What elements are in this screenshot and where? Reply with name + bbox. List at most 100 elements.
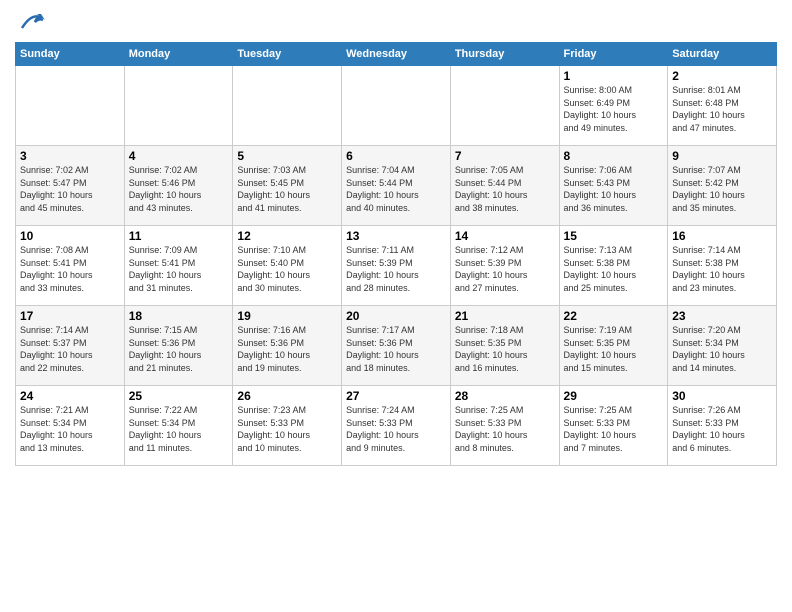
- calendar-cell: 13Sunrise: 7:11 AMSunset: 5:39 PMDayligh…: [342, 226, 451, 306]
- day-header-friday: Friday: [559, 43, 668, 66]
- day-number: 14: [455, 229, 555, 243]
- calendar-cell: 26Sunrise: 7:23 AMSunset: 5:33 PMDayligh…: [233, 386, 342, 466]
- calendar-cell: 20Sunrise: 7:17 AMSunset: 5:36 PMDayligh…: [342, 306, 451, 386]
- day-info: Sunrise: 7:18 AMSunset: 5:35 PMDaylight:…: [455, 324, 555, 374]
- day-info: Sunrise: 7:09 AMSunset: 5:41 PMDaylight:…: [129, 244, 229, 294]
- day-number: 22: [564, 309, 664, 323]
- day-number: 3: [20, 149, 120, 163]
- calendar-cell: 3Sunrise: 7:02 AMSunset: 5:47 PMDaylight…: [16, 146, 125, 226]
- day-header-tuesday: Tuesday: [233, 43, 342, 66]
- day-header-monday: Monday: [124, 43, 233, 66]
- day-header-thursday: Thursday: [450, 43, 559, 66]
- calendar-week-0: 1Sunrise: 8:00 AMSunset: 6:49 PMDaylight…: [16, 66, 777, 146]
- day-number: 9: [672, 149, 772, 163]
- day-info: Sunrise: 7:11 AMSunset: 5:39 PMDaylight:…: [346, 244, 446, 294]
- day-info: Sunrise: 7:05 AMSunset: 5:44 PMDaylight:…: [455, 164, 555, 214]
- day-number: 25: [129, 389, 229, 403]
- calendar-cell: 19Sunrise: 7:16 AMSunset: 5:36 PMDayligh…: [233, 306, 342, 386]
- calendar-cell: 12Sunrise: 7:10 AMSunset: 5:40 PMDayligh…: [233, 226, 342, 306]
- calendar-cell: 29Sunrise: 7:25 AMSunset: 5:33 PMDayligh…: [559, 386, 668, 466]
- day-info: Sunrise: 7:25 AMSunset: 5:33 PMDaylight:…: [564, 404, 664, 454]
- day-info: Sunrise: 7:10 AMSunset: 5:40 PMDaylight:…: [237, 244, 337, 294]
- calendar-cell: [450, 66, 559, 146]
- calendar-cell: 4Sunrise: 7:02 AMSunset: 5:46 PMDaylight…: [124, 146, 233, 226]
- calendar-cell: [233, 66, 342, 146]
- day-number: 28: [455, 389, 555, 403]
- calendar-cell: 5Sunrise: 7:03 AMSunset: 5:45 PMDaylight…: [233, 146, 342, 226]
- day-number: 19: [237, 309, 337, 323]
- day-info: Sunrise: 7:14 AMSunset: 5:37 PMDaylight:…: [20, 324, 120, 374]
- header: [15, 10, 777, 34]
- day-number: 18: [129, 309, 229, 323]
- day-number: 23: [672, 309, 772, 323]
- calendar-cell: 28Sunrise: 7:25 AMSunset: 5:33 PMDayligh…: [450, 386, 559, 466]
- day-number: 20: [346, 309, 446, 323]
- day-number: 24: [20, 389, 120, 403]
- calendar-cell: 16Sunrise: 7:14 AMSunset: 5:38 PMDayligh…: [668, 226, 777, 306]
- day-info: Sunrise: 7:17 AMSunset: 5:36 PMDaylight:…: [346, 324, 446, 374]
- day-header-wednesday: Wednesday: [342, 43, 451, 66]
- day-number: 6: [346, 149, 446, 163]
- day-number: 4: [129, 149, 229, 163]
- calendar-week-2: 10Sunrise: 7:08 AMSunset: 5:41 PMDayligh…: [16, 226, 777, 306]
- calendar-cell: 15Sunrise: 7:13 AMSunset: 5:38 PMDayligh…: [559, 226, 668, 306]
- day-number: 17: [20, 309, 120, 323]
- calendar-cell: 10Sunrise: 7:08 AMSunset: 5:41 PMDayligh…: [16, 226, 125, 306]
- calendar-table: SundayMondayTuesdayWednesdayThursdayFrid…: [15, 42, 777, 466]
- day-number: 10: [20, 229, 120, 243]
- calendar-cell: 9Sunrise: 7:07 AMSunset: 5:42 PMDaylight…: [668, 146, 777, 226]
- calendar-cell: 11Sunrise: 7:09 AMSunset: 5:41 PMDayligh…: [124, 226, 233, 306]
- logo-icon: [17, 10, 47, 34]
- day-info: Sunrise: 7:06 AMSunset: 5:43 PMDaylight:…: [564, 164, 664, 214]
- day-info: Sunrise: 7:21 AMSunset: 5:34 PMDaylight:…: [20, 404, 120, 454]
- calendar-cell: 6Sunrise: 7:04 AMSunset: 5:44 PMDaylight…: [342, 146, 451, 226]
- calendar-cell: 18Sunrise: 7:15 AMSunset: 5:36 PMDayligh…: [124, 306, 233, 386]
- calendar-cell: 23Sunrise: 7:20 AMSunset: 5:34 PMDayligh…: [668, 306, 777, 386]
- calendar-cell: 24Sunrise: 7:21 AMSunset: 5:34 PMDayligh…: [16, 386, 125, 466]
- day-number: 30: [672, 389, 772, 403]
- day-number: 2: [672, 69, 772, 83]
- calendar-cell: 2Sunrise: 8:01 AMSunset: 6:48 PMDaylight…: [668, 66, 777, 146]
- day-number: 21: [455, 309, 555, 323]
- calendar-cell: [124, 66, 233, 146]
- day-info: Sunrise: 7:02 AMSunset: 5:46 PMDaylight:…: [129, 164, 229, 214]
- day-number: 16: [672, 229, 772, 243]
- calendar-cell: 7Sunrise: 7:05 AMSunset: 5:44 PMDaylight…: [450, 146, 559, 226]
- day-number: 11: [129, 229, 229, 243]
- calendar-cell: 22Sunrise: 7:19 AMSunset: 5:35 PMDayligh…: [559, 306, 668, 386]
- calendar-cell: 8Sunrise: 7:06 AMSunset: 5:43 PMDaylight…: [559, 146, 668, 226]
- day-info: Sunrise: 7:25 AMSunset: 5:33 PMDaylight:…: [455, 404, 555, 454]
- calendar-cell: [16, 66, 125, 146]
- calendar-cell: 1Sunrise: 8:00 AMSunset: 6:49 PMDaylight…: [559, 66, 668, 146]
- calendar-header-row: SundayMondayTuesdayWednesdayThursdayFrid…: [16, 43, 777, 66]
- calendar-week-4: 24Sunrise: 7:21 AMSunset: 5:34 PMDayligh…: [16, 386, 777, 466]
- day-number: 29: [564, 389, 664, 403]
- day-info: Sunrise: 7:14 AMSunset: 5:38 PMDaylight:…: [672, 244, 772, 294]
- day-number: 8: [564, 149, 664, 163]
- day-number: 7: [455, 149, 555, 163]
- calendar-cell: 25Sunrise: 7:22 AMSunset: 5:34 PMDayligh…: [124, 386, 233, 466]
- day-info: Sunrise: 7:08 AMSunset: 5:41 PMDaylight:…: [20, 244, 120, 294]
- calendar-cell: 30Sunrise: 7:26 AMSunset: 5:33 PMDayligh…: [668, 386, 777, 466]
- calendar-cell: 14Sunrise: 7:12 AMSunset: 5:39 PMDayligh…: [450, 226, 559, 306]
- day-info: Sunrise: 7:07 AMSunset: 5:42 PMDaylight:…: [672, 164, 772, 214]
- day-number: 27: [346, 389, 446, 403]
- day-info: Sunrise: 7:15 AMSunset: 5:36 PMDaylight:…: [129, 324, 229, 374]
- day-info: Sunrise: 7:26 AMSunset: 5:33 PMDaylight:…: [672, 404, 772, 454]
- calendar-cell: [342, 66, 451, 146]
- day-info: Sunrise: 7:24 AMSunset: 5:33 PMDaylight:…: [346, 404, 446, 454]
- day-info: Sunrise: 7:19 AMSunset: 5:35 PMDaylight:…: [564, 324, 664, 374]
- day-info: Sunrise: 7:20 AMSunset: 5:34 PMDaylight:…: [672, 324, 772, 374]
- day-header-saturday: Saturday: [668, 43, 777, 66]
- day-header-sunday: Sunday: [16, 43, 125, 66]
- day-info: Sunrise: 7:13 AMSunset: 5:38 PMDaylight:…: [564, 244, 664, 294]
- calendar-week-1: 3Sunrise: 7:02 AMSunset: 5:47 PMDaylight…: [16, 146, 777, 226]
- logo: [15, 10, 47, 34]
- day-number: 1: [564, 69, 664, 83]
- day-info: Sunrise: 7:02 AMSunset: 5:47 PMDaylight:…: [20, 164, 120, 214]
- day-info: Sunrise: 7:03 AMSunset: 5:45 PMDaylight:…: [237, 164, 337, 214]
- day-info: Sunrise: 7:22 AMSunset: 5:34 PMDaylight:…: [129, 404, 229, 454]
- day-info: Sunrise: 8:00 AMSunset: 6:49 PMDaylight:…: [564, 84, 664, 134]
- page-container: SundayMondayTuesdayWednesdayThursdayFrid…: [0, 0, 792, 476]
- day-number: 13: [346, 229, 446, 243]
